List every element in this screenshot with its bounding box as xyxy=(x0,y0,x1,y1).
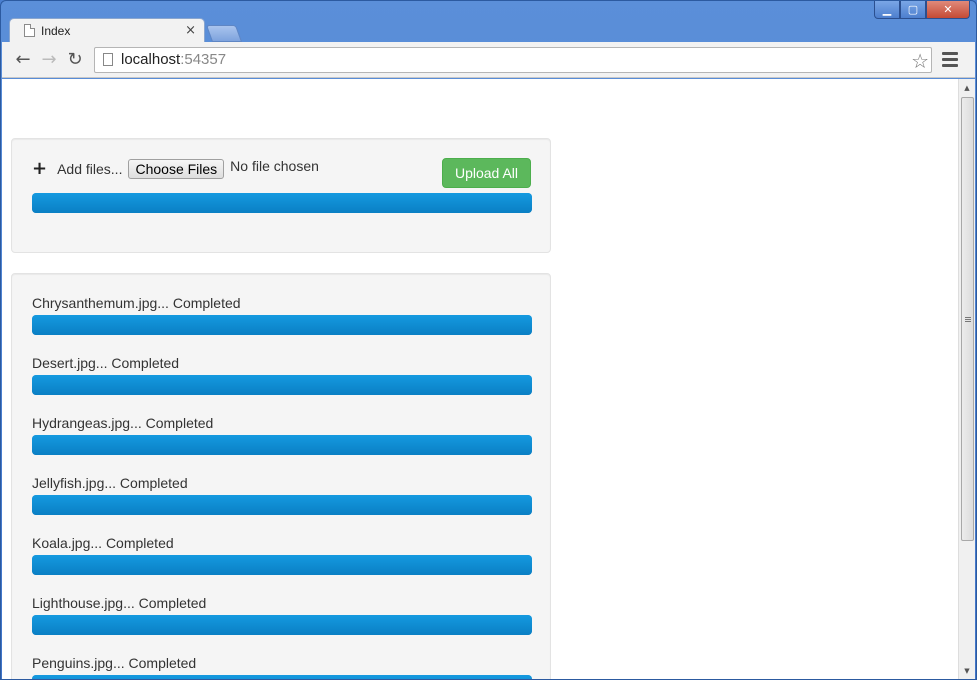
maximize-button[interactable]: ▢ xyxy=(900,1,926,19)
file-progress-fill xyxy=(32,495,532,515)
vertical-scrollbar[interactable]: ▲ ▼ xyxy=(958,79,975,679)
browser-toolbar: ← → ↻ localhost:54357 ☆ xyxy=(2,42,975,78)
file-progress-bar xyxy=(32,435,532,455)
new-tab-button[interactable] xyxy=(205,25,243,42)
forward-arrow-icon[interactable]: → xyxy=(36,47,62,73)
file-progress-fill xyxy=(32,675,532,679)
add-files-label: Add files... xyxy=(57,161,123,177)
file-progress-fill xyxy=(32,435,532,455)
window-controls: ▁ ▢ ✕ xyxy=(874,1,970,19)
file-status-label: Chrysanthemum.jpg... Completed xyxy=(32,295,241,311)
scroll-up-arrow-icon[interactable]: ▲ xyxy=(959,79,975,96)
file-progress-bar xyxy=(32,315,532,335)
file-list-panel: Chrysanthemum.jpg... Completed Desert.jp… xyxy=(11,273,551,679)
list-item: Koala.jpg... Completed xyxy=(32,534,532,575)
file-status-label: Lighthouse.jpg... Completed xyxy=(32,595,207,611)
page-viewport: + Add files... Choose Files No file chos… xyxy=(2,79,975,679)
tab-strip: Index × xyxy=(9,18,243,42)
minimize-button[interactable]: ▁ xyxy=(874,1,900,19)
page-icon xyxy=(24,24,35,37)
file-progress-bar xyxy=(32,555,532,575)
file-status-label: Hydrangeas.jpg... Completed xyxy=(32,415,214,431)
file-progress-fill xyxy=(32,555,532,575)
list-item: Jellyfish.jpg... Completed xyxy=(32,474,532,515)
tab-title: Index xyxy=(41,23,71,38)
file-progress-bar xyxy=(32,495,532,515)
scroll-down-arrow-icon[interactable]: ▼ xyxy=(959,662,975,679)
file-status-label: Koala.jpg... Completed xyxy=(32,535,174,551)
list-item: Penguins.jpg... Completed xyxy=(32,654,532,679)
file-status-label: Desert.jpg... Completed xyxy=(32,355,180,371)
url-host: localhost xyxy=(121,51,181,68)
file-progress-bar xyxy=(32,675,532,679)
browser-window: ▁ ▢ ✕ Index × ← → ↻ localhost:54357 ☆ + … xyxy=(0,0,977,680)
choose-files-button[interactable]: Choose Files xyxy=(128,159,225,179)
file-status-label: Jellyfish.jpg... Completed xyxy=(32,475,188,491)
back-arrow-icon[interactable]: ← xyxy=(10,47,36,73)
tab-index[interactable]: Index × xyxy=(9,18,205,42)
plus-icon: + xyxy=(32,158,48,179)
upload-panel: + Add files... Choose Files No file chos… xyxy=(11,138,551,253)
list-item: Lighthouse.jpg... Completed xyxy=(32,594,532,635)
address-bar[interactable]: localhost:54357 ☆ xyxy=(94,46,932,73)
overall-progress-bar xyxy=(32,193,532,213)
grip-icon xyxy=(964,316,971,322)
list-item: Desert.jpg... Completed xyxy=(32,354,532,395)
file-status-label: Penguins.jpg... Completed xyxy=(32,655,197,671)
menu-icon[interactable] xyxy=(942,52,958,67)
file-progress-fill xyxy=(32,375,532,395)
bookmark-star-icon[interactable]: ☆ xyxy=(911,49,929,73)
file-progress-fill xyxy=(32,615,532,635)
tab-close-icon[interactable]: × xyxy=(185,23,196,38)
page-icon xyxy=(103,53,113,66)
list-item: Hydrangeas.jpg... Completed xyxy=(32,414,532,455)
no-file-chosen-text: No file chosen xyxy=(230,158,319,174)
add-files-row: + Add files... Choose Files No file chos… xyxy=(32,158,319,179)
list-item: Chrysanthemum.jpg... Completed xyxy=(32,294,532,335)
scroll-thumb[interactable] xyxy=(961,97,974,541)
file-progress-bar xyxy=(32,375,532,395)
url-port: :54357 xyxy=(180,51,227,68)
close-window-button[interactable]: ✕ xyxy=(926,1,970,19)
overall-progress-fill xyxy=(32,193,532,213)
reload-icon[interactable]: ↻ xyxy=(62,47,88,73)
file-progress-bar xyxy=(32,615,532,635)
file-progress-fill xyxy=(32,315,532,335)
upload-all-button[interactable]: Upload All xyxy=(442,158,531,188)
